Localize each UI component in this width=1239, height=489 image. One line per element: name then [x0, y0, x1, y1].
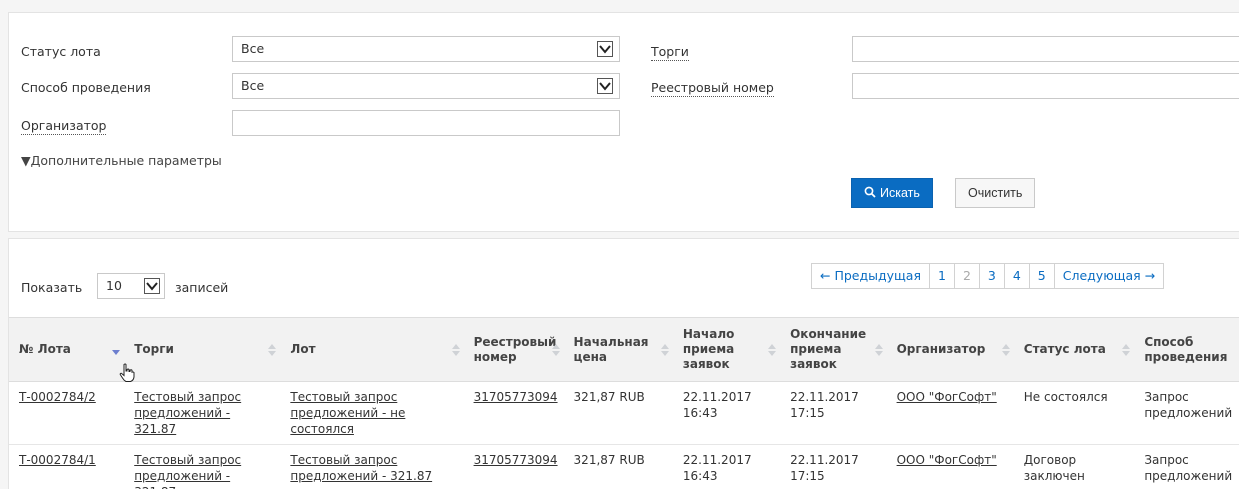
page-size-value: 10: [106, 278, 122, 293]
sort-icon: [1001, 344, 1010, 356]
cell-tender[interactable]: Тестовый запрос предложений - 321.87: [124, 381, 281, 445]
lots-table: № Лота Торги Лот Реестровый номер Началь…: [9, 317, 1239, 489]
pager-page[interactable]: 1: [929, 264, 955, 288]
lot-status-value: Все: [241, 41, 265, 56]
clear-button-label: Очистить: [968, 186, 1023, 200]
sort-icon: [551, 344, 560, 356]
pager-page-current[interactable]: 2: [954, 264, 980, 288]
column-header-method[interactable]: Способ проведения: [1134, 317, 1239, 382]
chevron-down-icon: [597, 41, 613, 57]
pagination: ← Предыдущая 1 2 3 4 5 Следующая →: [811, 263, 1165, 289]
clear-button[interactable]: Очистить: [955, 178, 1036, 208]
tender-input[interactable]: [852, 36, 1239, 62]
column-header-price[interactable]: Начальная цена: [563, 317, 673, 382]
records-label: записей: [175, 280, 229, 295]
pager-page[interactable]: 4: [1004, 264, 1030, 288]
sort-icon: [874, 344, 883, 356]
column-header-registry[interactable]: Реестровый номер: [463, 317, 564, 382]
column-header-lot[interactable]: Лот: [280, 317, 464, 382]
pager-page[interactable]: 3: [979, 264, 1005, 288]
cell-status: Договор заключен: [1013, 444, 1135, 489]
cell-lot-number[interactable]: Т-0002784/1: [9, 444, 125, 489]
sort-icon: [268, 344, 277, 356]
pager-prev[interactable]: ← Предыдущая: [812, 264, 930, 288]
lot-status-label: Статус лота: [21, 44, 101, 59]
cell-price: 321,87 RUB: [563, 381, 673, 445]
table-row: Т-0002784/2 Тестовый запрос предложений …: [9, 381, 1239, 445]
tender-label[interactable]: Торги: [651, 44, 689, 61]
method-select[interactable]: Все: [232, 73, 620, 99]
cell-registry[interactable]: 31705773094: [463, 381, 564, 445]
cell-start: 22.11.2017 16:43: [672, 444, 781, 489]
sort-icon: [660, 344, 669, 356]
organizer-label[interactable]: Организатор: [21, 118, 107, 135]
show-label: Показать: [21, 280, 83, 295]
table-header-row: № Лота Торги Лот Реестровый номер Началь…: [9, 317, 1239, 382]
column-header-start[interactable]: Начало приема заявок: [672, 317, 781, 382]
cell-lot[interactable]: Тестовый запрос предложений - 321.87: [280, 444, 464, 489]
search-button[interactable]: Искать: [851, 178, 933, 208]
pager-page[interactable]: 5: [1029, 264, 1055, 288]
search-button-label: Искать: [880, 186, 920, 200]
column-header-status[interactable]: Статус лота: [1013, 317, 1135, 382]
method-label: Способ проведения: [21, 80, 151, 95]
sort-icon: [451, 344, 460, 356]
column-header-lot-number[interactable]: № Лота: [9, 317, 125, 382]
hand-cursor-icon: [119, 363, 135, 382]
registry-input[interactable]: [852, 73, 1239, 99]
cell-end: 22.11.2017 17:15: [780, 444, 887, 489]
column-header-organizer[interactable]: Организатор: [886, 317, 1014, 382]
organizer-input[interactable]: [232, 110, 620, 136]
results-panel: Показать 10 записей ← Предыдущая 1 2 3 4…: [8, 238, 1239, 489]
cell-end: 22.11.2017 17:15: [780, 381, 887, 445]
lot-status-select[interactable]: Все: [232, 36, 620, 62]
cell-lot[interactable]: Тестовый запрос предложений - не состоял…: [280, 381, 464, 445]
pager-next[interactable]: Следующая →: [1054, 264, 1164, 288]
sort-icon: [1122, 344, 1131, 356]
chevron-down-icon: [597, 78, 613, 94]
cell-method: Запрос предложений: [1134, 444, 1239, 489]
chevron-down-icon: [144, 278, 160, 294]
column-header-tender[interactable]: Торги: [124, 317, 281, 382]
sort-desc-icon: [112, 350, 121, 355]
cell-organizer[interactable]: ООО "ФогСофт": [886, 381, 1014, 445]
cell-status: Не состоялся: [1013, 381, 1135, 445]
page-size-select[interactable]: 10: [97, 273, 165, 299]
cell-method: Запрос предложений: [1134, 381, 1239, 445]
cell-start: 22.11.2017 16:43: [672, 381, 781, 445]
registry-label[interactable]: Реестровый номер: [651, 80, 774, 97]
extra-params-toggle[interactable]: ▼Дополнительные параметры: [21, 153, 222, 168]
search-icon: [864, 186, 876, 198]
cell-price: 321,87 RUB: [563, 444, 673, 489]
sort-icon: [768, 344, 777, 356]
cell-organizer[interactable]: ООО "ФогСофт": [886, 444, 1014, 489]
cell-registry[interactable]: 31705773094: [463, 444, 564, 489]
method-value: Все: [241, 78, 265, 93]
filter-panel: Статус лота Все Способ проведения Все Ор…: [8, 12, 1239, 232]
cell-tender[interactable]: Тестовый запрос предложений - 321.87: [124, 444, 281, 489]
table-row: Т-0002784/1 Тестовый запрос предложений …: [9, 444, 1239, 489]
column-header-end[interactable]: Окончание приема заявок: [780, 317, 887, 382]
cell-lot-number[interactable]: Т-0002784/2: [9, 381, 125, 445]
